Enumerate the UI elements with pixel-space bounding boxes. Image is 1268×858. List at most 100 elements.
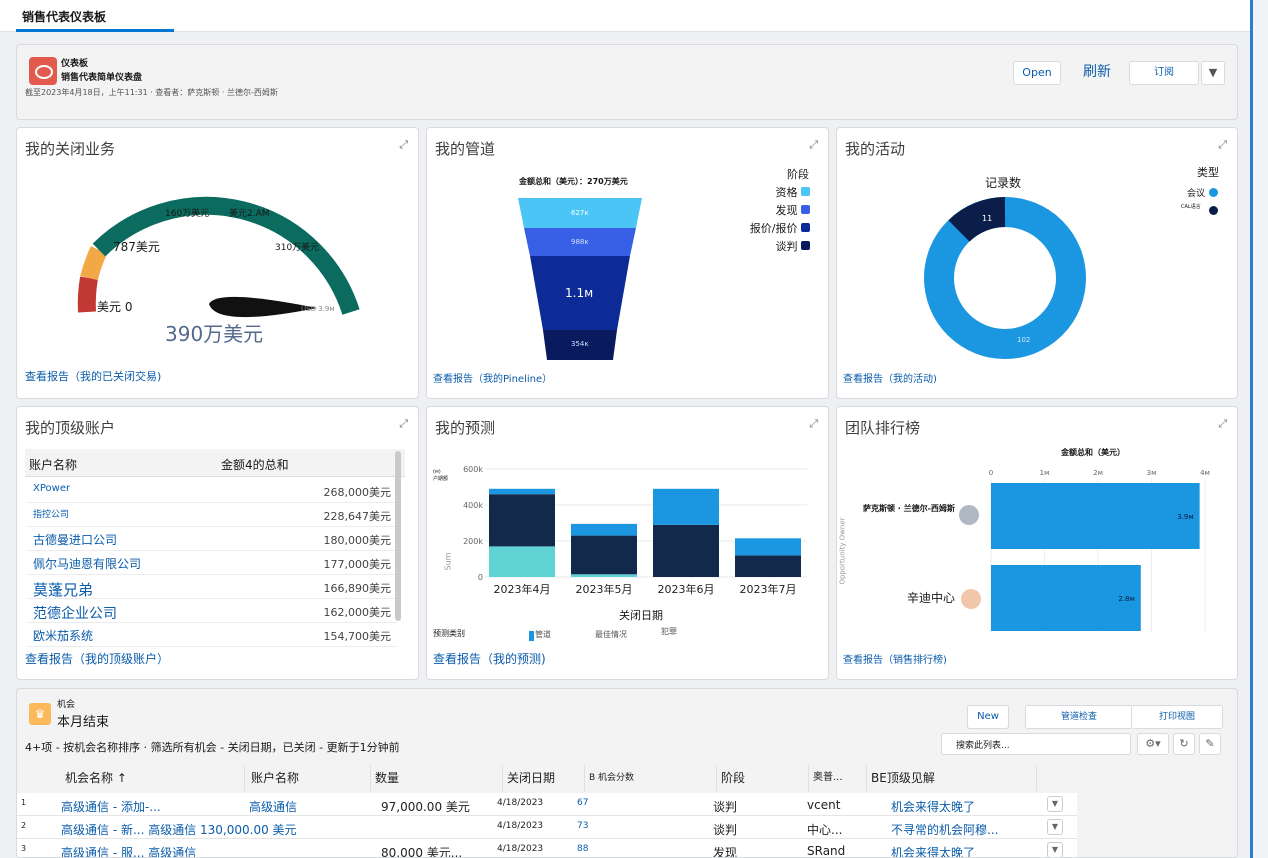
legend-label: CAL语言	[1181, 204, 1201, 210]
table-row: 1 高级通信 - 添加-... 高级通信 97,000.00 美元 4/18/2023 6…	[17, 793, 1077, 816]
bar-segment[interactable]	[571, 535, 637, 575]
table-header: 账户名称 金额4的总和	[25, 449, 405, 477]
account-amount: 177,000美元	[323, 558, 392, 571]
bar-segment[interactable]	[489, 488, 555, 495]
gauge-label: 310万美元	[275, 243, 320, 253]
x-tick-label: 2023年6月	[658, 582, 715, 596]
account-name-link[interactable]: 佩尔马迪恩有限公司	[33, 555, 141, 572]
print-view-button[interactable]: 打印视图	[1131, 705, 1223, 729]
x-tick-label: 2023年5月	[576, 582, 633, 596]
funnel-chart	[518, 198, 642, 360]
opportunity-name-link[interactable]: 高级通信 - 服... 高级通信	[61, 844, 196, 857]
bar-segment[interactable]	[571, 574, 637, 577]
insight[interactable]: 机会来得太晚了	[891, 798, 975, 815]
refresh-icon[interactable]: ↻	[1173, 733, 1195, 755]
bar-segment[interactable]	[653, 524, 719, 577]
score[interactable]: 73	[577, 821, 588, 831]
table-row: XPower 268,000美元	[27, 479, 397, 503]
legend-swatch	[801, 205, 810, 214]
bar-segment[interactable]	[489, 494, 555, 547]
donut-label: 11	[982, 214, 993, 223]
account-name-link[interactable]: 范德企业公司	[33, 603, 117, 623]
x-tick-label: 3м	[1147, 469, 1157, 477]
stage: 发现	[713, 846, 738, 858]
donut-slice-meeting	[924, 197, 1086, 359]
legend-title: 阶段	[787, 168, 809, 181]
bar-segment[interactable]	[571, 523, 637, 536]
legend-title: 预测类别	[433, 629, 465, 638]
edit-icon[interactable]: ✎	[1199, 733, 1221, 755]
opportunity-name-link[interactable]: 高级通信 - 添加-...	[61, 798, 161, 815]
funnel-label: 354к	[571, 340, 589, 348]
tab-sales-dashboard[interactable]: 销售代表仪表板	[16, 0, 174, 32]
column-header: 账户名称	[29, 458, 78, 472]
view-report-link[interactable]: 查看报告（我的活动)	[843, 370, 937, 385]
opportunity-name-link[interactable]: 高级通信 - 新... 高级通信 130,000.00 美元	[61, 821, 297, 838]
account-name-link[interactable]: 指控公司	[33, 507, 69, 520]
view-report-link[interactable]: 查看报告（我的预测)	[433, 650, 546, 667]
owner-name: 萨克斯顿 · 兰德尔-西姆斯	[863, 504, 955, 513]
column-header-score[interactable]: B 机会分数	[585, 765, 717, 791]
score[interactable]: 67	[577, 798, 588, 808]
view-report-link[interactable]: 查看报告（我的顶级账户）	[25, 650, 169, 667]
bar-segment[interactable]	[735, 555, 801, 577]
view-report-link[interactable]: 查看报告（我的Pineline）	[433, 370, 552, 385]
column-header-account[interactable]: 账户名称	[247, 765, 371, 791]
refresh-button[interactable]: 刷新	[1069, 61, 1125, 85]
column-header-amount[interactable]: 数量	[371, 765, 503, 791]
account-name-link[interactable]: 莫蓬兄弟	[33, 579, 93, 600]
account-amount: 154,700美元	[323, 630, 392, 643]
gauge-label: 美元2.AM	[229, 209, 270, 219]
legend-swatch	[801, 187, 810, 196]
subscribe-button[interactable]: 订阅	[1129, 61, 1199, 85]
table-scrollbar[interactable]	[395, 451, 401, 621]
dashboard-title: 销售代表简单仪表盘	[61, 73, 143, 83]
search-input[interactable]: 搜索此列表...	[941, 733, 1131, 755]
dashboard-header: 仪表板 销售代表简单仪表盘 截至2023年4月18日，上午11:31 · 查看者…	[16, 44, 1238, 120]
donut-chart	[924, 197, 1086, 359]
bar-segment[interactable]	[489, 546, 555, 577]
account-name-link[interactable]: 古德曼进口公司	[33, 531, 117, 548]
view-report-link[interactable]: 查看报告（销售排行榜)	[843, 651, 947, 666]
row-number: 1	[21, 798, 27, 807]
row-action-menu[interactable]: ▼	[1047, 819, 1063, 835]
y-tick-label: 600k	[463, 465, 483, 474]
stage: 谈判	[713, 800, 738, 814]
more-actions-button[interactable]: ▼	[1201, 61, 1225, 85]
account-name-link[interactable]: XPower	[33, 483, 70, 494]
new-button[interactable]: New	[967, 705, 1009, 729]
legend-swatch	[529, 631, 534, 641]
row-action-menu[interactable]: ▼	[1047, 842, 1063, 857]
column-header-owner[interactable]: 奥普...	[809, 765, 867, 791]
insight[interactable]: 不寻常的机会阿穆...	[891, 821, 998, 838]
expand-icon[interactable]: ⤢	[399, 417, 408, 431]
gauge-band-green	[92, 196, 360, 315]
x-tick-label: 2023年4月	[494, 582, 551, 596]
funnel-label: 988к	[571, 238, 589, 246]
insight[interactable]: 机会来得太晚了	[891, 844, 975, 857]
gauge-label: 160万美元	[165, 209, 210, 219]
amount: 80,000 美元...	[381, 846, 463, 858]
column-header-close-date[interactable]: 关闭日期	[503, 765, 585, 791]
column-header-insights[interactable]: BE顶级见解	[867, 765, 1037, 791]
donut-label: 102	[1017, 336, 1031, 344]
column-header-opportunity[interactable]: 机会名称 ↑	[61, 765, 245, 791]
tab-bar: 销售代表仪表板	[0, 0, 1268, 32]
bar-segment[interactable]	[653, 488, 719, 525]
open-button[interactable]: Open	[1013, 61, 1061, 85]
legend-label: 资格	[775, 186, 798, 199]
table-row: 欧米茄系统 154,700美元	[27, 623, 397, 647]
row-action-menu[interactable]: ▼	[1047, 796, 1063, 812]
score[interactable]: 88	[577, 844, 588, 854]
bar-segment[interactable]	[735, 538, 801, 556]
leaderboard-bar[interactable]	[991, 483, 1200, 549]
closed-business-card: 我的关闭业务 ⤢ 160万美元 美元2.AM 787美元 310万美元 美元 0…	[16, 127, 419, 399]
pipeline-inspection-button[interactable]: 管道检查	[1025, 705, 1133, 729]
account-name-link[interactable]: 欧米茄系统	[33, 627, 93, 644]
settings-gear-icon[interactable]: ⚙▾	[1137, 733, 1169, 755]
column-header-stage[interactable]: 阶段	[717, 765, 809, 791]
activity-card: 我的活动 ⤢ 记录数 11 102 类型 会议 CAL语言 查看报告（我的活动)	[836, 127, 1238, 399]
view-report-link[interactable]: 查看报告（我的已关闭交易)	[25, 368, 161, 384]
gauge-band-red	[77, 276, 98, 313]
account-link[interactable]: 高级通信	[249, 798, 297, 815]
